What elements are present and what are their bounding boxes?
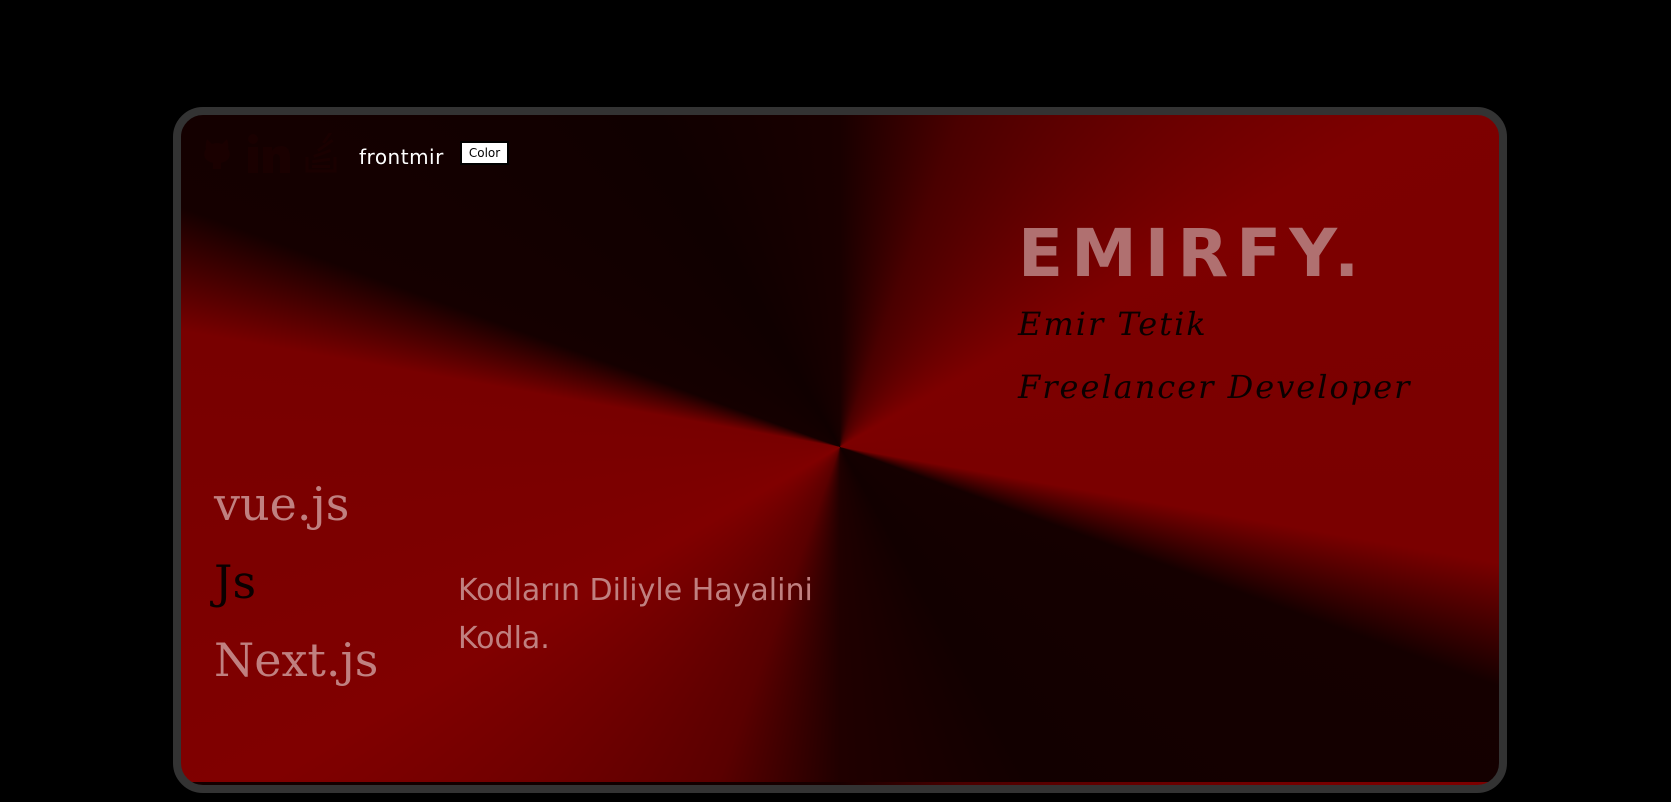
hero-role: Freelancer Developer — [1018, 368, 1412, 406]
hero-title: EMIRFY. — [1018, 215, 1368, 292]
hero-card: frontmir Color EMIRFY. Emir Tetik Freela… — [173, 107, 1507, 793]
top-nav: frontmir Color — [201, 133, 510, 173]
color-button[interactable]: Color — [459, 141, 510, 165]
tagline: Kodların Diliyle Hayalini Kodla. — [458, 573, 813, 656]
github-icon[interactable] — [201, 136, 233, 170]
stackoverflow-icon[interactable] — [305, 133, 339, 173]
tech-item-vue: vue.js — [214, 477, 350, 531]
brand-logo[interactable]: frontmir — [359, 145, 444, 169]
linkedin-icon[interactable] — [247, 133, 291, 173]
hero-name: Emir Tetik — [1018, 305, 1208, 343]
tech-item-js: Js — [214, 555, 257, 609]
tech-item-next: Next.js — [214, 633, 379, 687]
